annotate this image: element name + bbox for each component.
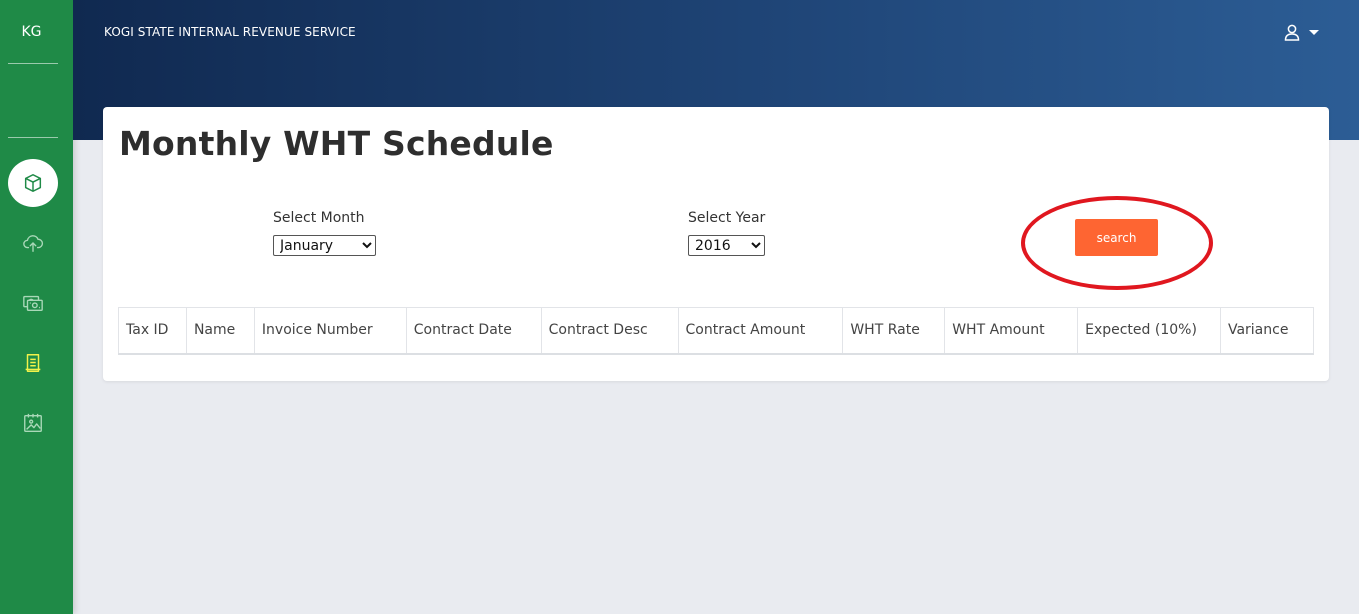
year-label: Select Year bbox=[688, 210, 766, 226]
column-header[interactable]: Variance bbox=[1219, 307, 1315, 355]
document-icon bbox=[25, 354, 41, 372]
year-select[interactable]: 2016 bbox=[688, 235, 765, 256]
schedule-card: Monthly WHT Schedule Select Month Januar… bbox=[103, 107, 1329, 381]
sidebar: KG bbox=[0, 0, 73, 614]
column-header[interactable]: Tax ID bbox=[118, 307, 187, 355]
column-header[interactable]: WHT Amount bbox=[944, 307, 1079, 355]
month-select[interactable]: January bbox=[273, 235, 376, 256]
money-icon bbox=[23, 295, 43, 312]
brand-initials[interactable]: KG bbox=[0, 24, 63, 40]
column-header[interactable]: Contract Date bbox=[405, 307, 542, 355]
user-menu[interactable] bbox=[1284, 24, 1319, 41]
wht-schedule-table: Tax ID Name Invoice Number Contract Date… bbox=[118, 307, 1315, 355]
sidebar-item-upload[interactable] bbox=[8, 219, 58, 267]
sidebar-divider bbox=[8, 63, 58, 64]
search-button[interactable]: search bbox=[1075, 219, 1158, 256]
month-label: Select Month bbox=[273, 210, 365, 226]
column-header[interactable]: Invoice Number bbox=[253, 307, 407, 355]
calendar-image-icon bbox=[24, 413, 42, 432]
chevron-down-icon[interactable] bbox=[1309, 30, 1319, 35]
sidebar-item-schedule[interactable] bbox=[8, 339, 58, 387]
column-header[interactable]: Expected (10%) bbox=[1077, 307, 1221, 355]
cloud-upload-icon bbox=[23, 235, 44, 252]
page-title: Monthly WHT Schedule bbox=[119, 124, 554, 163]
column-header[interactable]: WHT Rate bbox=[842, 307, 946, 355]
column-header[interactable]: Name bbox=[185, 307, 255, 355]
sidebar-divider bbox=[8, 137, 58, 138]
box-icon bbox=[24, 174, 42, 192]
agency-title: KOGI STATE INTERNAL REVENUE SERVICE bbox=[104, 25, 356, 39]
column-header[interactable]: Contract Desc bbox=[540, 307, 679, 355]
column-header[interactable]: Contract Amount bbox=[677, 307, 844, 355]
sidebar-item-payments[interactable] bbox=[8, 279, 58, 327]
sidebar-item-box[interactable] bbox=[8, 159, 58, 207]
sidebar-item-reports[interactable] bbox=[8, 399, 58, 447]
table-header-row: Tax ID Name Invoice Number Contract Date… bbox=[118, 307, 1315, 355]
user-icon[interactable] bbox=[1284, 24, 1300, 41]
